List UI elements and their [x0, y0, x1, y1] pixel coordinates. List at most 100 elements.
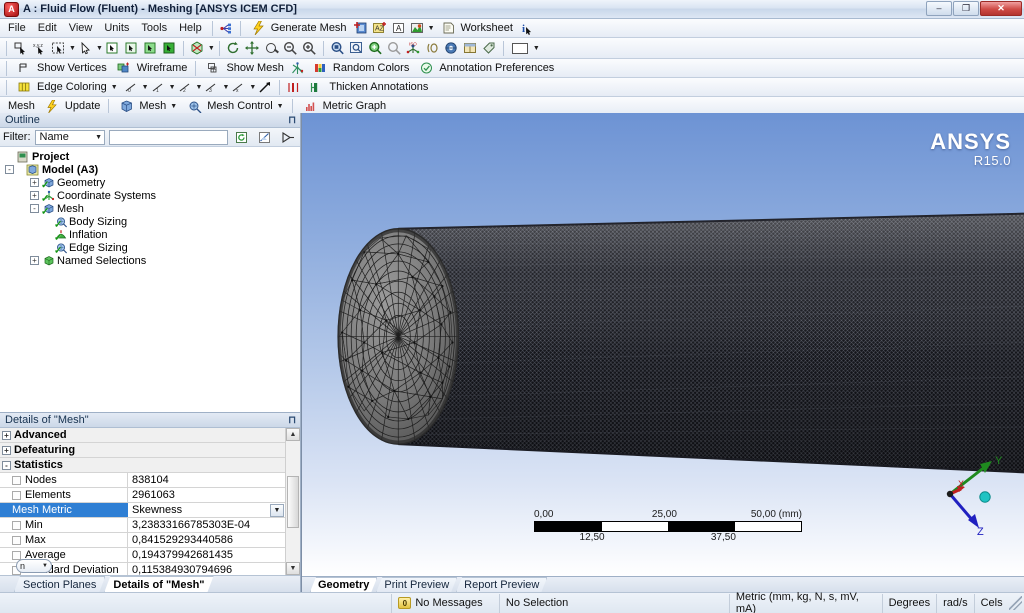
- field-checkbox[interactable]: [12, 520, 21, 530]
- thicken-annotations-button[interactable]: Thicken Annotations: [303, 78, 432, 96]
- menu-view[interactable]: View: [63, 20, 99, 36]
- expander-icon[interactable]: -: [5, 165, 14, 174]
- maximize-button[interactable]: ❐: [953, 1, 979, 16]
- show-dependencies-icon[interactable]: [218, 20, 235, 37]
- clear-filter-icon[interactable]: [256, 129, 273, 146]
- chevron-down-icon[interactable]: ▼: [208, 45, 215, 52]
- tab-print-preview[interactable]: Print Preview: [376, 577, 457, 592]
- chevron-down-icon[interactable]: ▼: [196, 84, 203, 91]
- details-scrollbar[interactable]: ▲ ▼: [285, 428, 300, 575]
- scroll-down-button[interactable]: ▼: [286, 562, 300, 575]
- tree-item-project[interactable]: Project: [0, 150, 300, 163]
- menu-help[interactable]: Help: [173, 20, 208, 36]
- zoom-out-icon[interactable]: [282, 40, 299, 57]
- tree-item-inflation[interactable]: ✓ Inflation: [0, 228, 300, 244]
- chevron-down-icon[interactable]: ▼: [270, 503, 284, 517]
- zoom-in-icon[interactable]: [301, 40, 318, 57]
- zoom-icon[interactable]: [263, 40, 280, 57]
- chevron-down-icon[interactable]: ▼: [111, 84, 118, 91]
- details-row-elements[interactable]: Elements 2961063: [0, 488, 285, 503]
- filter-input[interactable]: [109, 129, 228, 145]
- annotation-preferences-button[interactable]: Annotation Preferences: [413, 59, 558, 77]
- probe-icon[interactable]: [289, 60, 306, 77]
- menu-units[interactable]: Units: [98, 20, 135, 36]
- details-overlay-combo[interactable]: n ▼: [16, 559, 52, 573]
- expander-icon[interactable]: +: [30, 178, 39, 187]
- info-icon[interactable]: i: [518, 20, 535, 37]
- show-vertices-button[interactable]: Show Vertices: [11, 59, 111, 77]
- extend-selection-icon[interactable]: [189, 40, 206, 57]
- details-row-nodes[interactable]: Nodes 838104: [0, 473, 285, 488]
- expander-icon[interactable]: -: [2, 460, 11, 470]
- tree-item-model[interactable]: - Model (A3): [0, 163, 300, 176]
- field-checkbox[interactable]: [12, 535, 21, 545]
- thickness-0-icon[interactable]: 0: [123, 79, 140, 96]
- tab-section-planes[interactable]: Section Planes: [14, 576, 105, 592]
- worksheet-button[interactable]: Worksheet: [435, 19, 517, 38]
- cursor-mode-icon[interactable]: [77, 40, 94, 57]
- refresh-icon[interactable]: [233, 129, 250, 146]
- select-xyz-icon[interactable]: x,y,z: [31, 40, 48, 57]
- tree-item-edge-sizing[interactable]: ✓ Edge Sizing: [0, 241, 300, 257]
- pick-box-select-icon[interactable]: [50, 40, 67, 57]
- scroll-track[interactable]: [287, 529, 299, 563]
- new-chart-table-icon[interactable]: AZ: [371, 20, 388, 37]
- select-vertex-icon[interactable]: [104, 40, 121, 57]
- graphics-viewport[interactable]: ANSYS R15.0 0,00 25,00 50,00 (mm) 12,50 …: [302, 113, 1024, 576]
- expander-icon[interactable]: +: [30, 191, 39, 200]
- new-comment-icon[interactable]: A: [390, 20, 407, 37]
- select-face-icon[interactable]: [142, 40, 159, 57]
- chevron-down-icon[interactable]: ▼: [69, 45, 76, 52]
- pin-icon[interactable]: ⊓: [288, 415, 296, 426]
- expander-icon[interactable]: +: [2, 445, 11, 455]
- field-checkbox[interactable]: [12, 550, 21, 560]
- scroll-track[interactable]: [287, 441, 299, 475]
- select-mode-icon[interactable]: [12, 40, 29, 57]
- thickness-1-icon[interactable]: 1: [150, 79, 167, 96]
- expander-icon[interactable]: +: [30, 256, 39, 265]
- chevron-down-icon[interactable]: ▼: [169, 84, 176, 91]
- chevron-down-icon[interactable]: ▼: [170, 103, 177, 110]
- scroll-thumb[interactable]: [287, 475, 299, 528]
- chevron-down-icon[interactable]: ▼: [249, 84, 256, 91]
- thickness-3-icon[interactable]: 3: [203, 79, 220, 96]
- scroll-up-button[interactable]: ▲: [286, 428, 300, 441]
- window-color-icon[interactable]: [509, 40, 531, 57]
- edge-coloring-button[interactable]: Edge Coloring ▼: [11, 78, 122, 96]
- wireframe-button[interactable]: Wireframe: [111, 59, 192, 77]
- axis-triad[interactable]: Y Z X: [932, 450, 1010, 542]
- tree-item-coordinate-systems[interactable]: + ✓ Coordinate Systems: [0, 189, 300, 204]
- details-category-defeaturing[interactable]: + Defeaturing: [0, 443, 285, 458]
- expand-filter-icon[interactable]: [279, 129, 296, 146]
- pan-icon[interactable]: [244, 40, 261, 57]
- random-colors-button[interactable]: Random Colors: [307, 59, 413, 77]
- viewports-icon[interactable]: [462, 40, 479, 57]
- new-figure-icon[interactable]: [409, 20, 426, 37]
- menu-tools[interactable]: Tools: [135, 20, 173, 36]
- iso-view-icon[interactable]: ISO: [405, 40, 422, 57]
- details-row-min[interactable]: Min 3,23833166785303E-04: [0, 518, 285, 533]
- arrow-icon[interactable]: [257, 79, 274, 96]
- thickness-x-icon[interactable]: x: [230, 79, 247, 96]
- filter-type-select[interactable]: Name ▼: [34, 129, 106, 145]
- details-category-advanced[interactable]: + Advanced: [0, 428, 285, 443]
- chevron-down-icon[interactable]: ▼: [96, 45, 103, 52]
- figure-dropdown-caret-icon[interactable]: ▼: [428, 25, 435, 32]
- look-at-icon[interactable]: [424, 40, 441, 57]
- chevron-down-icon[interactable]: ▼: [222, 84, 229, 91]
- new-section-plane-icon[interactable]: [352, 20, 369, 37]
- close-button[interactable]: ✕: [980, 1, 1022, 16]
- chevron-down-icon[interactable]: ▼: [277, 103, 284, 110]
- details-row-max[interactable]: Max 0,841529293440586: [0, 533, 285, 548]
- menu-edit[interactable]: Edit: [32, 20, 63, 36]
- show-mesh-button[interactable]: Show Mesh: [200, 59, 287, 77]
- resize-grip[interactable]: [1008, 596, 1022, 610]
- set-view-icon[interactable]: [443, 40, 460, 57]
- select-body-icon[interactable]: [161, 40, 178, 57]
- annotation-scale-icon[interactable]: [285, 79, 302, 96]
- tab-geometry[interactable]: Geometry: [310, 577, 377, 592]
- label-icon[interactable]: [481, 40, 498, 57]
- box-zoom-icon[interactable]: [329, 40, 346, 57]
- tree-item-body-sizing[interactable]: ✓ Body Sizing: [0, 215, 300, 231]
- tree-item-geometry[interactable]: + ✓ Geometry: [0, 176, 300, 191]
